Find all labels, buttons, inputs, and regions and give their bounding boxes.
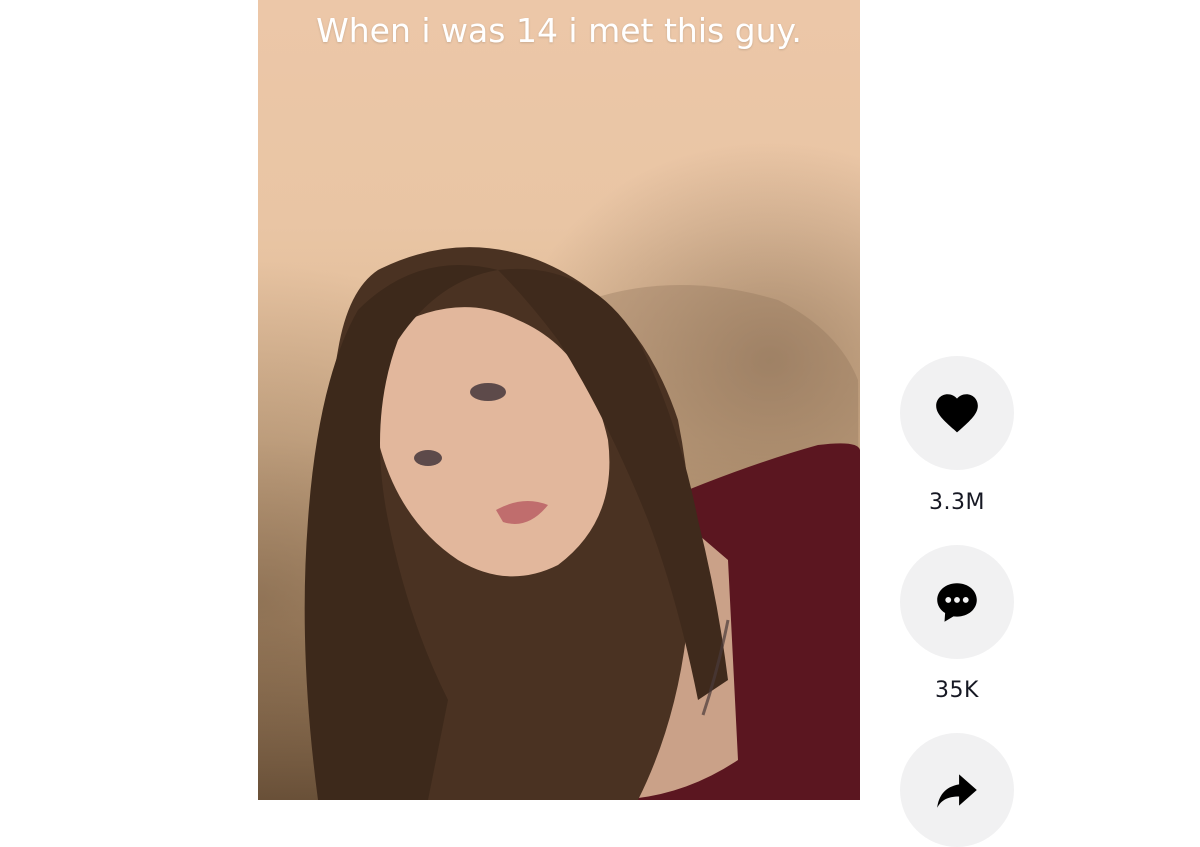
like-count: 3.3M <box>929 490 985 515</box>
video-frame-person <box>304 247 860 800</box>
share-button[interactable] <box>900 733 1014 847</box>
heart-icon <box>936 394 978 433</box>
comment-icon <box>937 583 977 622</box>
like-button[interactable] <box>900 356 1014 470</box>
share-icon <box>937 774 977 808</box>
comment-count: 35K <box>935 678 979 703</box>
comment-button[interactable] <box>900 545 1014 659</box>
video-player[interactable]: When i was 14 i met this guy. <box>258 0 860 800</box>
video-caption: When i was 14 i met this guy. <box>316 11 802 50</box>
